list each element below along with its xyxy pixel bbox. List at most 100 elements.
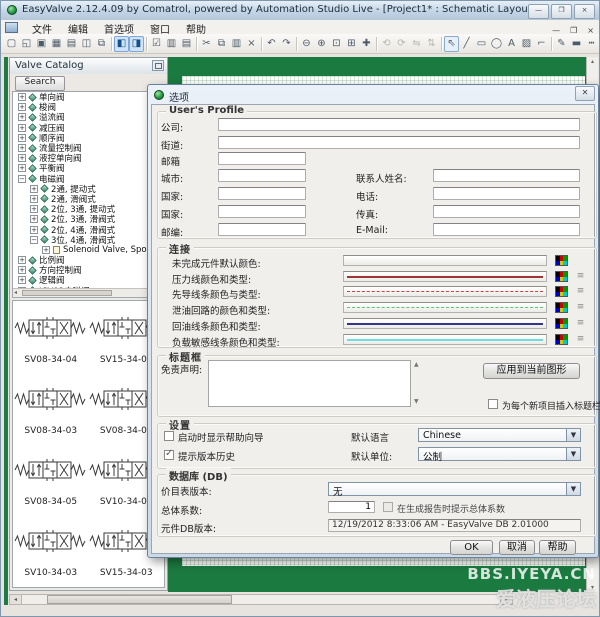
tree-expander-icon[interactable]: + xyxy=(42,246,50,254)
company-field[interactable] xyxy=(218,118,580,131)
tree-horizontal-scrollbar[interactable]: ◂ ▸ xyxy=(13,288,164,297)
line-type-icon[interactable]: ≡ xyxy=(573,335,588,345)
city-field[interactable] xyxy=(218,169,306,182)
fax-field[interactable] xyxy=(433,205,580,218)
component-library-icon[interactable]: ◧ xyxy=(114,36,129,52)
tree-expander-icon[interactable]: + xyxy=(18,124,26,132)
undo-icon[interactable]: ↶ xyxy=(264,36,279,52)
scroll-up-icon[interactable]: ▲ xyxy=(414,362,419,368)
tree-item[interactable]: +比例阀 xyxy=(13,255,164,265)
line-weight-icon[interactable]: ▬ xyxy=(569,36,584,52)
color-picker-icon[interactable] xyxy=(555,318,568,329)
scroll-left-icon[interactable]: ◂ xyxy=(14,289,17,297)
tree-expander-icon[interactable]: + xyxy=(18,103,26,111)
tree-expander-icon[interactable]: + xyxy=(18,276,26,284)
pen-style-icon[interactable]: ✎ xyxy=(554,36,569,52)
chevron-down-icon[interactable]: ▼ xyxy=(566,448,580,460)
tree-item[interactable]: +单向阀 xyxy=(13,92,164,102)
open-folder-icon[interactable]: ◱ xyxy=(19,36,34,52)
tree-expander-icon[interactable]: − xyxy=(18,175,26,183)
rotate-left-icon[interactable]: ⟲ xyxy=(379,36,394,52)
tree-item[interactable]: +方向控制阀 xyxy=(13,265,164,275)
scroll-down-icon[interactable]: ▾ xyxy=(587,584,598,591)
tree-item[interactable]: +液控单向阀 xyxy=(13,153,164,163)
minimize-button[interactable]: — xyxy=(528,4,549,19)
verify-schematic-icon[interactable]: ☑ xyxy=(149,36,164,52)
color-picker-icon[interactable] xyxy=(555,334,568,345)
valve-item[interactable]: SV10-34-03 xyxy=(13,522,89,588)
zoom-page-icon[interactable]: ⊞ xyxy=(344,36,359,52)
valve-catalog-icon[interactable]: ◨ xyxy=(129,36,144,52)
tree-expander-icon[interactable]: + xyxy=(30,226,38,234)
draw-line-icon[interactable]: ╱ xyxy=(459,36,474,52)
tree-item[interactable]: +流量控制阀 xyxy=(13,143,164,153)
valve-item[interactable]: SV08-34-05 xyxy=(13,451,89,522)
flip-horizontal-icon[interactable]: ⇋ xyxy=(409,36,424,52)
tree-item[interactable]: +溢流阀 xyxy=(13,112,164,122)
tree-item[interactable]: +顺序阀 xyxy=(13,133,164,143)
save-all-icon[interactable]: ▦ xyxy=(49,36,64,52)
scroll-left-icon[interactable]: ◂ xyxy=(10,595,22,604)
horizontal-scrollbar[interactable]: ◂ ▸ xyxy=(9,594,513,605)
cut-icon[interactable]: ✂ xyxy=(199,36,214,52)
redo-icon[interactable]: ↷ xyxy=(279,36,294,52)
contact-field[interactable] xyxy=(433,169,580,182)
color-picker-icon[interactable] xyxy=(555,302,568,313)
tree-expander-icon[interactable]: + xyxy=(18,154,26,162)
tree-item[interactable]: +梭阀 xyxy=(13,102,164,112)
disclaimer-textarea[interactable] xyxy=(208,360,411,407)
color-picker-icon[interactable] xyxy=(555,286,568,297)
color-picker-icon[interactable] xyxy=(555,271,568,282)
tree-expander-icon[interactable]: − xyxy=(30,236,38,244)
zoom-out-icon[interactable]: ⊖ xyxy=(299,36,314,52)
rotate-right-icon[interactable]: ⟳ xyxy=(394,36,409,52)
scrollbar-thumb[interactable] xyxy=(47,595,232,604)
tree-item[interactable]: +减压阀 xyxy=(13,123,164,133)
color-picker-icon[interactable] xyxy=(555,255,568,266)
paste-icon[interactable]: ▥ xyxy=(229,36,244,52)
draw-polyline-icon[interactable]: ⌐ xyxy=(534,36,549,52)
cancel-button[interactable]: 取消 xyxy=(499,540,535,555)
panel-options-button[interactable] xyxy=(152,60,164,71)
line-type-icon[interactable]: ≡ xyxy=(573,319,588,329)
report-icon[interactable]: ▥ xyxy=(164,36,179,52)
global-factor-field[interactable] xyxy=(328,501,375,513)
units-select[interactable]: 公制 ▼ xyxy=(418,447,581,461)
page-setup-icon[interactable]: ⧉ xyxy=(94,36,109,52)
valve-item[interactable]: SV08-34-03 xyxy=(13,380,89,451)
tree-expander-icon[interactable]: + xyxy=(18,113,26,121)
scroll-right-icon[interactable]: ▸ xyxy=(500,595,512,604)
tree-expander-icon[interactable]: + xyxy=(30,205,38,213)
new-file-icon[interactable]: ▢ xyxy=(4,36,19,52)
zoom-window-icon[interactable]: ⊡ xyxy=(329,36,344,52)
prompt-factor-checkbox[interactable] xyxy=(383,502,393,512)
tree-expander-icon[interactable]: + xyxy=(30,195,38,203)
select-icon[interactable]: ⇖ xyxy=(444,36,459,52)
chevron-down-icon[interactable]: ▼ xyxy=(566,483,580,495)
flip-vertical-icon[interactable]: ⇅ xyxy=(424,36,439,52)
draw-ellipse-icon[interactable]: ◯ xyxy=(489,36,504,52)
email-field[interactable] xyxy=(433,223,580,236)
draw-text-icon[interactable]: A xyxy=(504,36,519,52)
line-type-icon[interactable]: ≡ xyxy=(573,272,588,282)
print-preview-icon[interactable]: ◫ xyxy=(79,36,94,52)
tree-expander-icon[interactable]: + xyxy=(30,215,38,223)
draw-rectangle-icon[interactable]: ▭ xyxy=(474,36,489,52)
state-field[interactable] xyxy=(218,187,306,200)
mailbox-field[interactable] xyxy=(218,152,306,165)
line-type-icon[interactable]: ≡ xyxy=(573,303,588,313)
tree-expander-icon[interactable]: + xyxy=(18,93,26,101)
bill-of-materials-icon[interactable]: ▤ xyxy=(179,36,194,52)
tree-expander-icon[interactable]: + xyxy=(18,266,26,274)
phone-field[interactable] xyxy=(433,187,580,200)
pan-icon[interactable]: ✚ xyxy=(359,36,374,52)
copy-icon[interactable]: ⧉ xyxy=(214,36,229,52)
tree-expander-icon[interactable]: + xyxy=(30,185,38,193)
insert-image-icon[interactable]: ▨ xyxy=(519,36,534,52)
scroll-up-icon[interactable]: ▴ xyxy=(587,58,598,65)
scroll-down-icon[interactable]: ▼ xyxy=(414,399,419,405)
search-button[interactable]: Search xyxy=(15,76,65,91)
line-type-icon[interactable]: ≡ xyxy=(573,287,588,297)
tree-item[interactable]: +平衡阀 xyxy=(13,163,164,173)
close-icon[interactable]: ✕ xyxy=(575,86,595,101)
